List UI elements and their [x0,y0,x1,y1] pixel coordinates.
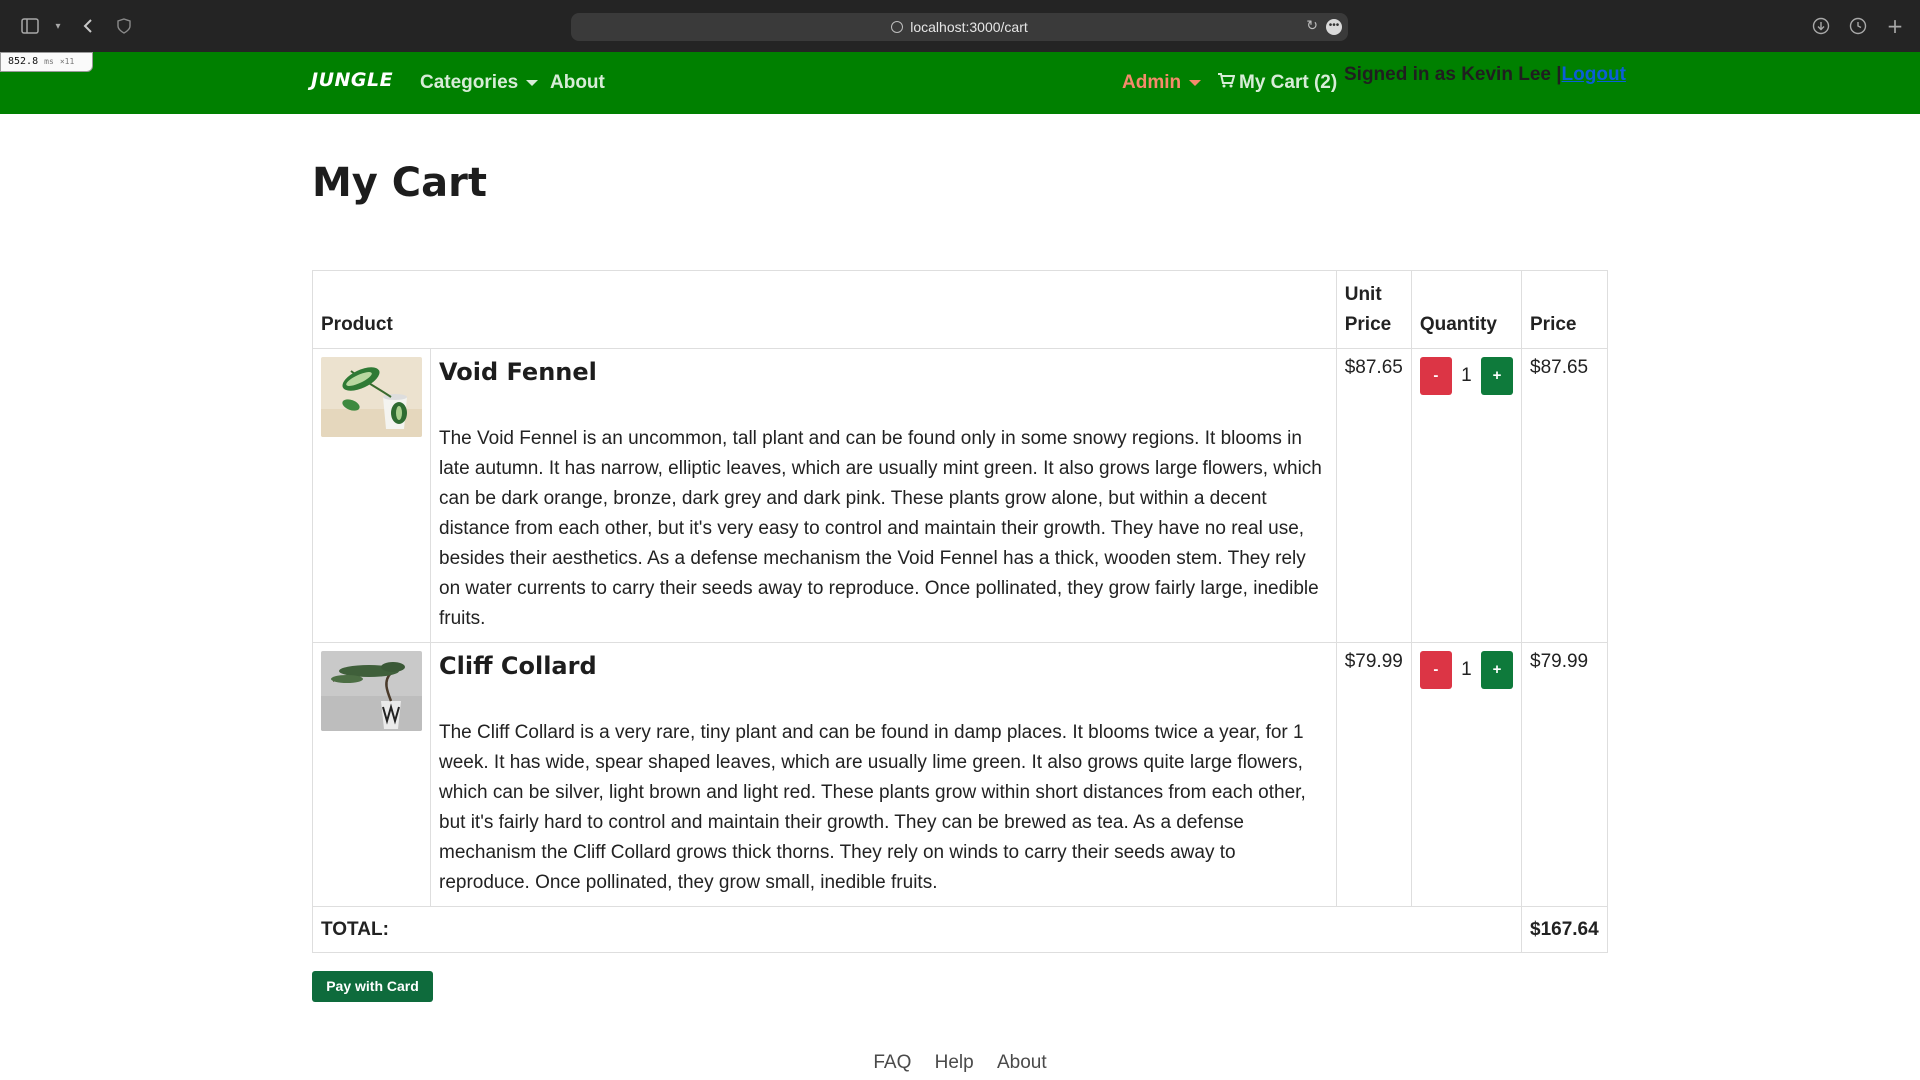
perf-overlay: 852.8 ms ×11 [0,52,93,72]
increase-quantity-button[interactable]: + [1481,357,1513,395]
product-image [321,651,422,731]
nav-categories[interactable]: Categories [420,72,539,94]
nav-categories-label: Categories [420,72,519,93]
shield-icon[interactable] [112,14,136,38]
unit-price: $79.99 [1335,642,1412,907]
page-title: My Cart [312,160,487,206]
footer: FAQ Help About [0,1052,1920,1074]
table-header-row: Product Unit Price Quantity Price [312,270,1608,349]
nav-my-cart[interactable]: My Cart (2) [1217,72,1337,94]
total-value: $167.64 [1521,906,1608,953]
more-icon[interactable]: ••• [1326,19,1342,35]
perf-unit: ms [44,57,54,66]
cart-table: Product Unit Price Quantity Price Void F… [312,270,1608,953]
new-tab-icon[interactable]: + [1883,14,1907,38]
quantity-value: 1 [1461,659,1472,680]
product-image-cell [312,348,431,643]
nav-admin[interactable]: Admin [1122,72,1202,94]
globe-icon [891,21,904,33]
perf-extra: ×11 [59,57,75,66]
header-quantity: Quantity [1410,270,1523,349]
table-row: Void Fennel The Void Fennel is an uncomm… [312,348,1608,643]
address-bar[interactable]: localhost:3000/cart ↻ ••• [571,13,1348,41]
nav-admin-label: Admin [1122,72,1182,93]
product-description: The Void Fennel is an uncommon, tall pla… [439,428,1322,629]
increase-quantity-button[interactable]: + [1481,651,1513,689]
nav-cart-label: My Cart (2) [1239,72,1338,93]
caret-down-icon [526,79,539,86]
product-image [321,357,422,437]
url-text: localhost:3000/cart [910,19,1028,35]
quantity-stepper: - 1 + [1410,348,1523,643]
line-price: $79.99 [1521,642,1608,907]
logout-link[interactable]: Logout [1562,64,1626,85]
total-row: TOTAL: $167.64 [312,906,1608,953]
caret-down-icon [1189,79,1202,86]
product-name[interactable]: Void Fennel [439,358,1328,386]
decrease-quantity-button[interactable]: - [1419,651,1452,689]
quantity-stepper: - 1 + [1410,642,1523,907]
perf-value: 852.8 [8,56,39,67]
total-label: TOTAL: [312,906,1522,953]
header-unit-price: Unit Price [1335,270,1412,349]
nav-about[interactable]: About [550,72,605,94]
browser-toolbar: ▾ localhost:3000/cart ↻ ••• + [0,0,1920,52]
signed-in-text: Signed in as Kevin Lee | [1344,64,1562,85]
unit-price: $87.65 [1335,348,1412,643]
table-row: Cliff Collard The Cliff Collard is a ver… [312,642,1608,907]
footer-about-link[interactable]: About [997,1052,1047,1073]
product-info-cell: Void Fennel The Void Fennel is an uncomm… [430,348,1337,643]
product-description: The Cliff Collard is a very rare, tiny p… [439,722,1306,893]
sidebar-toggle-icon[interactable] [18,14,42,38]
pay-with-card-button[interactable]: Pay with Card [312,971,433,1002]
signed-in-status: Signed in as Kevin Lee |Logout [1344,64,1626,86]
site-navbar: JUNGLE Categories About Admin My Cart (2… [0,52,1920,114]
history-icon[interactable] [1846,14,1870,38]
back-icon[interactable] [76,14,100,38]
product-name[interactable]: Cliff Collard [439,652,1328,680]
header-price: Price [1521,270,1608,349]
product-info-cell: Cliff Collard The Cliff Collard is a ver… [430,642,1337,907]
header-product: Product [312,270,1337,349]
cart-icon [1217,72,1236,94]
line-price: $87.65 [1521,348,1608,643]
quantity-value: 1 [1461,365,1472,386]
reload-icon[interactable]: ↻ [1306,17,1318,34]
brand-logo[interactable]: JUNGLE [311,69,393,91]
header-unit-price-line1: Unit [1344,284,1382,305]
footer-faq-link[interactable]: FAQ [873,1052,911,1073]
header-unit-price-line2: Price [1344,314,1392,335]
footer-help-link[interactable]: Help [935,1052,974,1073]
download-icon[interactable] [1809,14,1833,38]
product-image-cell [312,642,431,907]
decrease-quantity-button[interactable]: - [1419,357,1452,395]
chevron-down-icon[interactable]: ▾ [46,14,70,38]
